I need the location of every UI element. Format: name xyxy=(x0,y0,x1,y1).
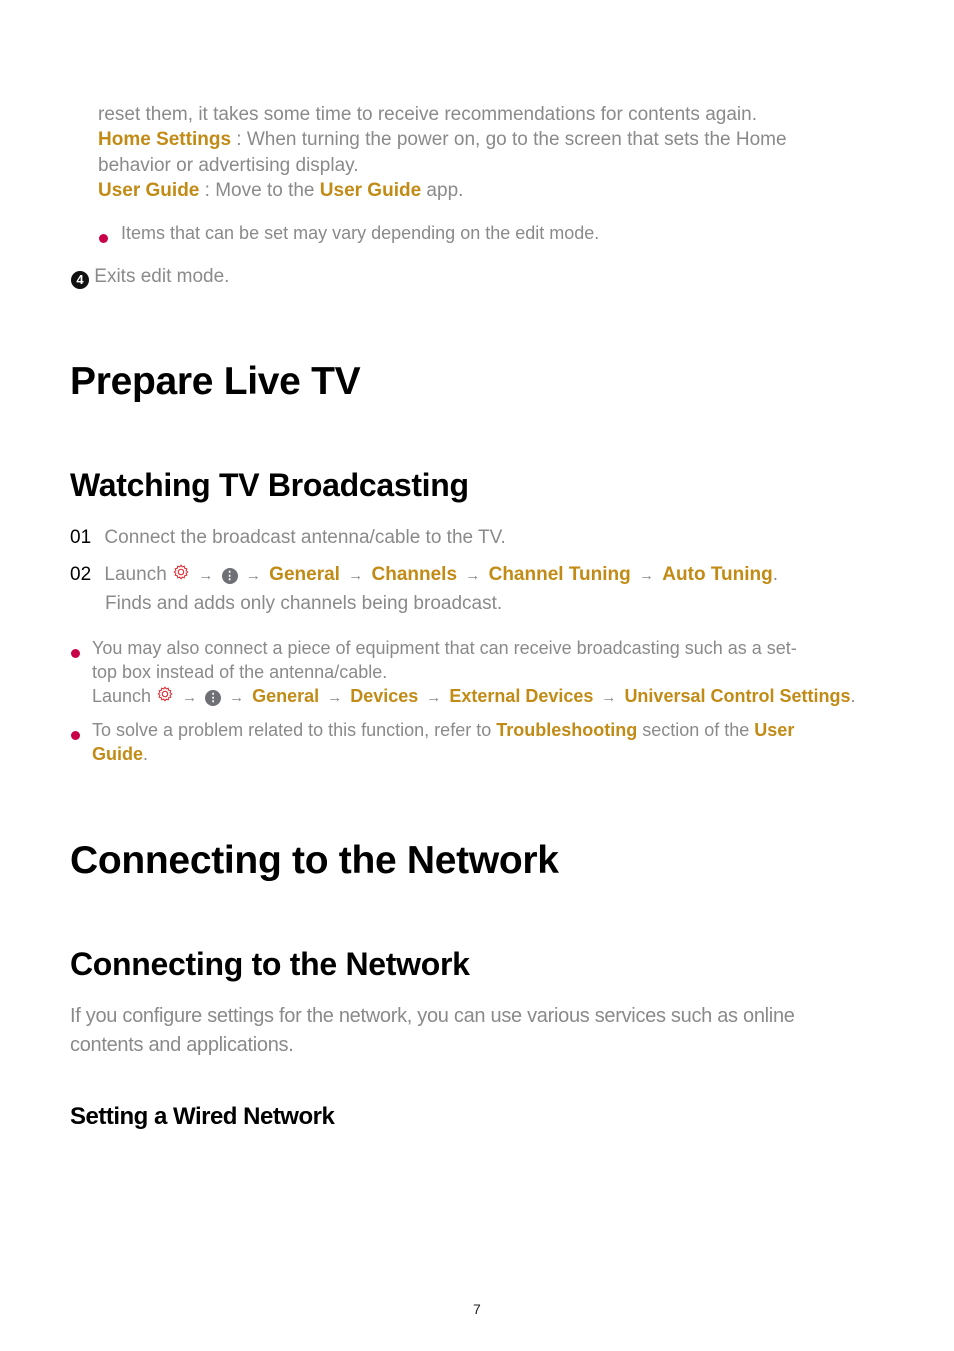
arrow-icon: → xyxy=(426,689,442,706)
arrow-icon: → xyxy=(182,689,198,706)
arrow-icon: → xyxy=(601,689,617,706)
arrow-icon: → xyxy=(348,567,364,584)
path-devices[interactable]: Devices xyxy=(350,686,418,706)
path-general[interactable]: General xyxy=(269,564,340,585)
bullet-icon xyxy=(71,649,80,658)
home-settings-desc-cont: behavior or advertising display. xyxy=(98,155,359,176)
path-general[interactable]: General xyxy=(252,686,319,706)
troubleshooting-link[interactable]: Troubleshooting xyxy=(496,720,637,740)
step-02-desc: Finds and adds only channels being broad… xyxy=(105,593,503,614)
arrow-icon: → xyxy=(639,567,655,584)
period: . xyxy=(143,744,149,764)
note-edit-mode: Items that can be set may vary depending… xyxy=(121,223,600,243)
home-settings-term: Home Settings xyxy=(98,129,232,150)
user-guide-link[interactable]: User Guide xyxy=(320,180,421,201)
period: . xyxy=(850,686,856,706)
user-guide-link-cont[interactable]: Guide xyxy=(92,744,143,764)
network-para-line2: contents and applications. xyxy=(70,1034,294,1056)
bullet-icon xyxy=(71,731,80,740)
path-universal-control-settings[interactable]: Universal Control Settings xyxy=(624,686,850,706)
section-title-connecting-network: Connecting to the Network xyxy=(70,839,559,882)
path-channel-tuning[interactable]: Channel Tuning xyxy=(489,564,631,585)
step-01: 01 Connect the broadcast antenna/cable t… xyxy=(70,525,506,550)
launch-label: Launch xyxy=(92,686,152,706)
paragraph-line: reset them, it takes some time to receiv… xyxy=(98,104,757,125)
step-number: 02 xyxy=(70,564,92,585)
home-settings-line: Home Settings : When turning the power o… xyxy=(98,127,787,152)
user-guide-term: User Guide xyxy=(98,180,200,201)
arrow-icon: → xyxy=(198,567,214,584)
note-settop-path: Launch → ⋮ → General → Devices → Externa… xyxy=(92,684,856,710)
gear-icon xyxy=(157,686,173,702)
note-troubleshooting-cont: Guide. xyxy=(92,742,148,766)
info-dot-icon: ⋮ xyxy=(221,568,238,584)
bullet-icon xyxy=(99,234,108,243)
arrow-icon: → xyxy=(465,567,481,584)
user-guide-line: User Guide : Move to the User Guide app. xyxy=(98,178,463,203)
step-text: Connect the broadcast antenna/cable to t… xyxy=(104,527,506,548)
path-channels[interactable]: Channels xyxy=(372,564,458,585)
step-02: 02 Launch → ⋮ → General → Channels → Cha… xyxy=(70,562,778,588)
page-number: 7 xyxy=(473,1301,481,1317)
note-settop-line2: top box instead of the antenna/cable. xyxy=(92,662,388,682)
subsection-title-watching-tv: Watching TV Broadcasting xyxy=(70,467,469,503)
arrow-icon: → xyxy=(327,689,343,706)
subsection-setting-wired-network: Setting a Wired Network xyxy=(70,1103,335,1130)
arrow-icon: → xyxy=(245,567,261,584)
user-guide-tail: app. xyxy=(421,180,464,201)
subsection-title-connecting-network: Connecting to the Network xyxy=(70,946,470,982)
step-4: 4 Exits edit mode. xyxy=(71,264,229,289)
note-settop-line1: You may also connect a piece of equipmen… xyxy=(92,638,797,658)
launch-label: Launch xyxy=(104,564,167,585)
note-text: To solve a problem related to this funct… xyxy=(92,720,497,740)
user-guide-desc: : Move to the xyxy=(199,180,320,201)
number-4-badge-icon: 4 xyxy=(71,271,89,289)
period: . xyxy=(772,564,779,585)
step-number: 01 xyxy=(70,527,92,548)
path-auto-tuning[interactable]: Auto Tuning xyxy=(662,564,772,585)
note-text: section of the xyxy=(637,720,755,740)
note-troubleshooting: To solve a problem related to this funct… xyxy=(92,718,794,742)
info-dot-icon: ⋮ xyxy=(205,690,222,706)
gear-icon xyxy=(173,564,189,580)
path-external-devices[interactable]: External Devices xyxy=(449,686,593,706)
network-para-line1: If you configure settings for the networ… xyxy=(70,1005,795,1027)
arrow-icon: → xyxy=(229,689,245,706)
step-4-text: Exits edit mode. xyxy=(94,266,230,287)
user-guide-link[interactable]: User xyxy=(754,720,794,740)
home-settings-desc: : When turning the power on, go to the s… xyxy=(231,129,787,150)
section-title-prepare-live-tv: Prepare Live TV xyxy=(70,360,361,403)
